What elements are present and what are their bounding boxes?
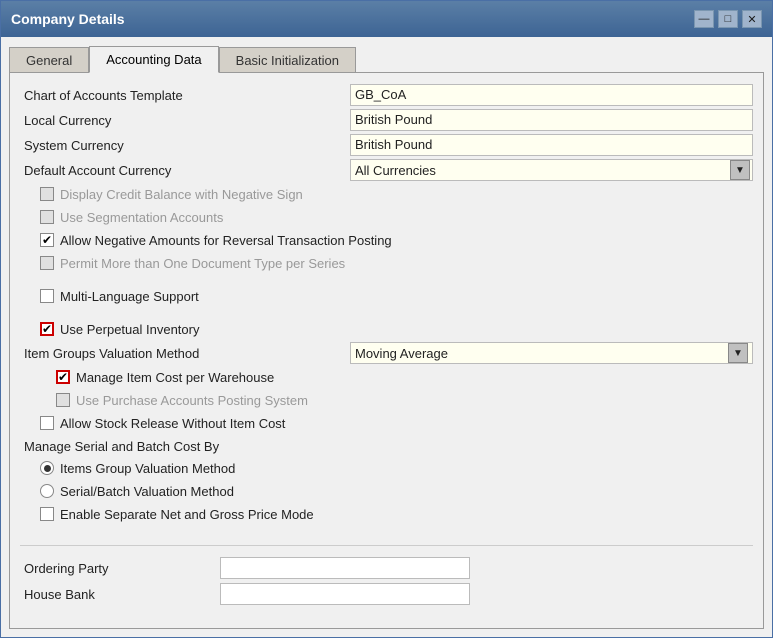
use-purchase-accounts-row: Use Purchase Accounts Posting System (20, 389, 753, 411)
allow-negative-label: Allow Negative Amounts for Reversal Tran… (60, 233, 392, 248)
system-currency-row: System Currency British Pound (20, 133, 753, 157)
local-currency-label: Local Currency (20, 113, 350, 128)
minimize-button[interactable]: — (694, 10, 714, 28)
multi-language-row: Multi-Language Support (20, 285, 753, 307)
chart-of-accounts-row: Chart of Accounts Template GB_CoA (20, 83, 753, 107)
display-credit-row: Display Credit Balance with Negative Sig… (20, 183, 753, 205)
ordering-party-input[interactable] (220, 557, 470, 579)
tab-bar: General Accounting Data Basic Initializa… (9, 45, 764, 72)
title-bar: Company Details — □ ✕ (1, 1, 772, 37)
tab-general[interactable]: General (9, 47, 89, 73)
item-groups-valuation-label: Item Groups Valuation Method (20, 346, 350, 361)
use-perpetual-label: Use Perpetual Inventory (60, 322, 199, 337)
allow-stock-release-label: Allow Stock Release Without Item Cost (60, 416, 285, 431)
default-account-currency-row: Default Account Currency All Currencies … (20, 158, 753, 182)
default-account-currency-label: Default Account Currency (20, 163, 350, 178)
radio-items-group-row: Items Group Valuation Method (20, 457, 753, 479)
enable-separate-row: Enable Separate Net and Gross Price Mode (20, 503, 753, 525)
allow-stock-release-checkbox[interactable] (40, 416, 54, 430)
manage-item-cost-row: ✔ Manage Item Cost per Warehouse (20, 366, 753, 388)
close-button[interactable]: ✕ (742, 10, 762, 28)
radio-serial-batch-row: Serial/Batch Valuation Method (20, 480, 753, 502)
main-window: Company Details — □ ✕ General Accounting… (0, 0, 773, 638)
radio-serial-batch[interactable] (40, 484, 54, 498)
house-bank-input[interactable] (220, 583, 470, 605)
allow-negative-row: ✔ Allow Negative Amounts for Reversal Tr… (20, 229, 753, 251)
permit-more-checkbox[interactable] (40, 256, 54, 270)
ordering-party-label: Ordering Party (20, 561, 220, 576)
allow-negative-checkbox[interactable]: ✔ (40, 233, 54, 247)
chart-of-accounts-value[interactable]: GB_CoA (350, 84, 753, 106)
default-account-currency-dropdown[interactable]: ▼ (730, 160, 750, 180)
use-purchase-accounts-label: Use Purchase Accounts Posting System (76, 393, 308, 408)
permit-more-label: Permit More than One Document Type per S… (60, 256, 345, 271)
radio-items-group[interactable] (40, 461, 54, 475)
use-segmentation-checkbox[interactable] (40, 210, 54, 224)
content-area: General Accounting Data Basic Initializa… (1, 37, 772, 637)
serial-batch-section: Manage Serial and Batch Cost By (20, 435, 753, 457)
house-bank-row: House Bank (20, 582, 753, 606)
window-title: Company Details (11, 11, 125, 27)
display-credit-checkbox[interactable] (40, 187, 54, 201)
bottom-section: Ordering Party House Bank (20, 545, 753, 606)
window-controls: — □ ✕ (694, 10, 762, 28)
manage-item-cost-label: Manage Item Cost per Warehouse (76, 370, 274, 385)
tab-accounting-data[interactable]: Accounting Data (89, 46, 218, 73)
ordering-party-row: Ordering Party (20, 556, 753, 580)
multi-language-checkbox[interactable] (40, 289, 54, 303)
default-account-currency-value[interactable]: All Currencies ▼ (350, 159, 753, 181)
maximize-button[interactable]: □ (718, 10, 738, 28)
valuation-dropdown[interactable]: ▼ (728, 343, 748, 363)
radio-items-group-label: Items Group Valuation Method (60, 461, 235, 476)
house-bank-label: House Bank (20, 587, 220, 602)
tab-content: Chart of Accounts Template GB_CoA Local … (9, 72, 764, 629)
manage-item-cost-checkbox[interactable]: ✔ (56, 370, 70, 384)
use-segmentation-row: Use Segmentation Accounts (20, 206, 753, 228)
system-currency-value[interactable]: British Pound (350, 134, 753, 156)
radio-serial-batch-label: Serial/Batch Valuation Method (60, 484, 234, 499)
enable-separate-label: Enable Separate Net and Gross Price Mode (60, 507, 314, 522)
chart-of-accounts-label: Chart of Accounts Template (20, 88, 350, 103)
display-credit-label: Display Credit Balance with Negative Sig… (60, 187, 303, 202)
local-currency-row: Local Currency British Pound (20, 108, 753, 132)
local-currency-value[interactable]: British Pound (350, 109, 753, 131)
multi-language-label: Multi-Language Support (60, 289, 199, 304)
allow-stock-release-row: Allow Stock Release Without Item Cost (20, 412, 753, 434)
tab-basic-initialization[interactable]: Basic Initialization (219, 47, 356, 73)
use-perpetual-checkbox[interactable]: ✔ (40, 322, 54, 336)
use-perpetual-row: ✔ Use Perpetual Inventory (20, 318, 753, 340)
use-purchase-accounts-checkbox[interactable] (56, 393, 70, 407)
permit-more-row: Permit More than One Document Type per S… (20, 252, 753, 274)
item-groups-valuation-value[interactable]: Moving Average ▼ (350, 342, 753, 364)
enable-separate-checkbox[interactable] (40, 507, 54, 521)
use-segmentation-label: Use Segmentation Accounts (60, 210, 223, 225)
item-groups-valuation-row: Item Groups Valuation Method Moving Aver… (20, 341, 753, 365)
system-currency-label: System Currency (20, 138, 350, 153)
